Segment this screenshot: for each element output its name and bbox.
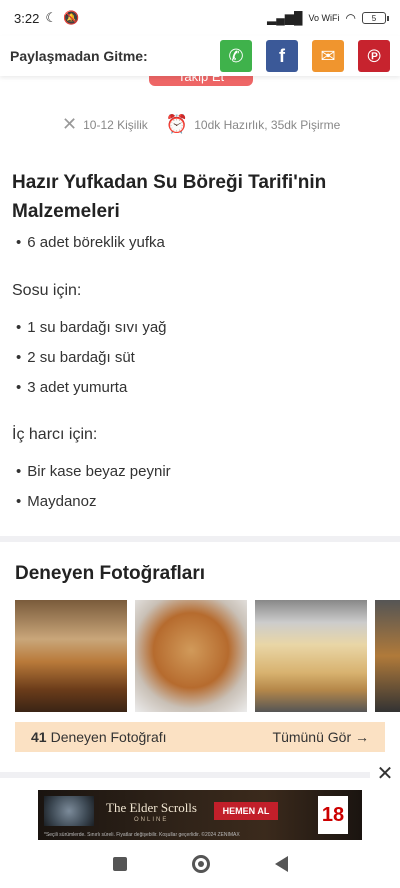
list-item: 6 adet böreklik yufka [16, 228, 165, 258]
ad-logo [44, 796, 94, 826]
photos-count-label: Deneyen Fotoğrafı [50, 729, 167, 745]
share-icons: ✆ f ✉ ℗ [220, 40, 390, 72]
network-label: Vo WiFi [308, 13, 340, 23]
section-divider [0, 536, 400, 542]
wifi-icon: ◠ [345, 11, 356, 25]
ad-container: The Elder Scrolls ONLINE HEMEN AL 18 *Se… [0, 786, 400, 840]
email-share-button[interactable]: ✉ [312, 40, 344, 72]
clock-icon: ⏰ [165, 114, 189, 134]
list-item: 2 su bardağı süt [16, 343, 167, 373]
user-photo[interactable] [15, 600, 127, 712]
age-rating-badge: 18 [318, 796, 348, 834]
ad-disclaimer: *Seçili sürümlerde. Sınırlı süreli. Fiya… [44, 832, 240, 838]
user-photo[interactable] [255, 600, 367, 712]
time-label: 10dk Hazırlık, 35dk Pişirme [194, 117, 341, 132]
battery-icon: 5 [362, 12, 389, 24]
status-right: ▂▄▆█ Vo WiFi ◠ 5 [267, 11, 389, 25]
home-icon[interactable] [191, 855, 210, 873]
facebook-share-button[interactable]: f [266, 40, 298, 72]
back-icon[interactable] [274, 856, 288, 872]
list-item: Bir kase beyaz peynir [16, 457, 170, 487]
recents-icon[interactable] [112, 857, 127, 871]
email-icon: ✉ [320, 45, 336, 66]
ad-brand: The Elder Scrolls [106, 800, 197, 815]
servings-meta: ✕ 10-12 Kişilik [62, 114, 148, 135]
list-item: 1 su bardağı sıvı yağ [16, 313, 166, 343]
photos-count: 41 [31, 729, 47, 745]
section-divider [0, 772, 400, 778]
main-ingredients-list: 6 adet böreklik yufka [16, 228, 165, 258]
see-all-link[interactable]: Tümünü Gör → [273, 729, 369, 745]
facebook-icon: f [279, 45, 285, 66]
share-bar: Paylaşmadan Gitme: ✆ f ✉ ℗ [0, 36, 400, 76]
ad-sub: ONLINE [134, 817, 169, 823]
ingredients-title: Hazır Yufkadan Su Böreği Tarifi'nin Malz… [12, 172, 327, 222]
photos-summary-bar[interactable]: 41 Deneyen Fotoğrafı Tümünü Gör → [15, 722, 385, 752]
filling-title: İç harcı için: [12, 426, 98, 443]
android-nav-bar [0, 840, 400, 888]
list-item: 3 adet yumurta [16, 373, 167, 403]
status-bar: 3:22 ☾ 🔕 ▂▄▆█ Vo WiFi ◠ 5 [0, 0, 400, 36]
utensils-icon: ✕ [62, 114, 78, 134]
pinterest-share-button[interactable]: ℗ [358, 40, 390, 72]
status-time: 3:22 [14, 10, 40, 26]
close-icon[interactable]: ✕ [370, 760, 400, 786]
list-item: Maydanoz [16, 487, 171, 517]
sauce-list: 1 su bardağı sıvı yağ 2 su bardağı süt 3… [16, 313, 167, 403]
signal-icon: ▂▄▆█ [267, 11, 303, 25]
moon-icon: ☾ [45, 10, 57, 25]
photos-carousel[interactable] [15, 600, 400, 712]
user-photo[interactable] [375, 600, 400, 712]
status-left: 3:22 ☾ 🔕 [14, 10, 79, 26]
time-meta: ⏰ 10dk Hazırlık, 35dk Pişirme [166, 114, 340, 135]
bell-off-icon: 🔕 [62, 10, 80, 25]
ad-cta-button[interactable]: HEMEN AL [214, 802, 278, 820]
share-title: Paylaşmadan Gitme: [10, 48, 148, 64]
filling-list: Bir kase beyaz peynir Maydanoz [16, 457, 171, 517]
recipe-meta: ✕ 10-12 Kişilik ⏰ 10dk Hazırlık, 35dk Pi… [62, 114, 340, 135]
photos-title: Deneyen Fotoğrafları [15, 563, 206, 584]
sauce-title: Sosu için: [12, 282, 82, 299]
servings-label: 10-12 Kişilik [83, 117, 148, 132]
ad-banner[interactable]: The Elder Scrolls ONLINE HEMEN AL 18 *Se… [38, 790, 362, 840]
whatsapp-icon: ✆ [228, 45, 244, 66]
user-photo[interactable] [135, 600, 247, 712]
pinterest-icon: ℗ [367, 45, 381, 66]
whatsapp-share-button[interactable]: ✆ [220, 40, 252, 72]
